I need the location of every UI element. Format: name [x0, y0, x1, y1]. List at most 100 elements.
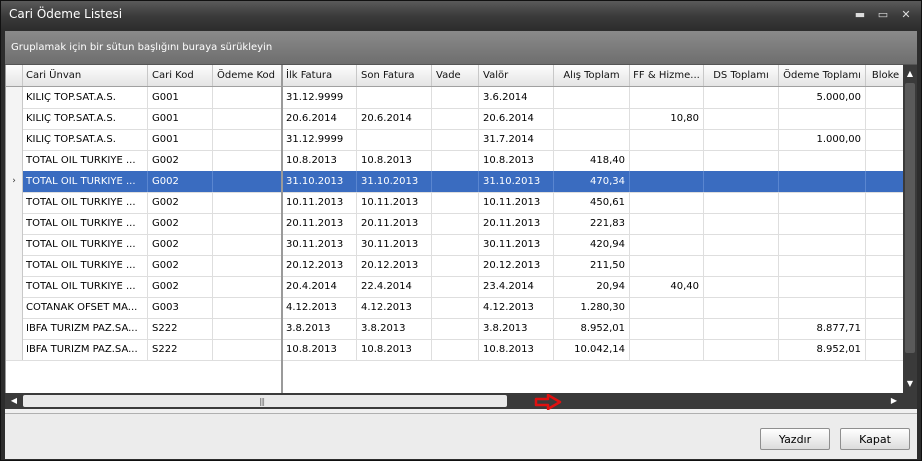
cell-ff-hizmet[interactable]: [630, 87, 704, 108]
cell-odeme-toplami[interactable]: [779, 276, 866, 297]
cell-alis-toplam[interactable]: 10.042,14: [554, 339, 630, 360]
cell-odeme-kod[interactable]: [213, 276, 282, 297]
cell-valor[interactable]: 10.8.2013: [479, 339, 554, 360]
cell-bloke[interactable]: [866, 129, 904, 150]
cell-ff-hizmet[interactable]: [630, 318, 704, 339]
cell-ff-hizmet[interactable]: [630, 150, 704, 171]
cell-odeme-kod[interactable]: [213, 297, 282, 318]
cell-odeme-kod[interactable]: [213, 255, 282, 276]
cell-odeme-toplami[interactable]: 8.952,01: [779, 339, 866, 360]
cell-ilk-fatura[interactable]: 31.12.9999: [282, 129, 357, 150]
table-row[interactable]: TOTAL OIL TURKIYE ... G002 30.11.2013 30.11…: [6, 234, 904, 256]
vertical-scroll-thumb[interactable]: [905, 83, 915, 353]
column-header-vade[interactable]: Vade: [432, 65, 479, 86]
row-indicator[interactable]: [6, 213, 23, 234]
cell-vade[interactable]: [432, 129, 479, 150]
table-row[interactable]: TOTAL OIL TURKIYE ... G002 20.12.2013 20.12…: [6, 255, 904, 277]
cell-odeme-kod[interactable]: [213, 339, 282, 360]
cell-ds-toplami[interactable]: [704, 234, 779, 255]
cell-ds-toplami[interactable]: [704, 129, 779, 150]
cell-cari-kod[interactable]: G002: [148, 255, 213, 276]
cell-vade[interactable]: [432, 297, 479, 318]
payment-grid[interactable]: Cari Ünvan Cari Kod Ödeme Kod İlk Fatura Son…: [5, 65, 904, 393]
cell-vade[interactable]: [432, 318, 479, 339]
scroll-up-arrow-icon[interactable]: ▲: [903, 67, 917, 81]
cell-odeme-toplami[interactable]: [779, 255, 866, 276]
cell-odeme-toplami[interactable]: [779, 297, 866, 318]
table-row[interactable]: IBFA TURIZM PAZ.SA... S222 3.8.2013 3.8.201…: [6, 318, 904, 340]
row-indicator[interactable]: ›: [6, 171, 23, 192]
cell-son-fatura[interactable]: [357, 87, 432, 108]
cell-cari-unvan[interactable]: TOTAL OIL TURKIYE ...: [22, 255, 148, 276]
table-row[interactable]: KILIÇ TOP.SAT.A.S. G001 20.6.2014 20.6.2014…: [6, 108, 904, 130]
cell-cari-kod[interactable]: G002: [148, 276, 213, 297]
cell-alis-toplam[interactable]: 450,61: [554, 192, 630, 213]
close-window-button[interactable]: ✕: [897, 7, 915, 23]
cell-vade[interactable]: [432, 87, 479, 108]
column-header-ilk-fatura[interactable]: İlk Fatura: [282, 65, 357, 86]
cell-odeme-kod[interactable]: [213, 108, 282, 129]
cell-odeme-toplami[interactable]: 1.000,00: [779, 129, 866, 150]
cell-ff-hizmet[interactable]: [630, 339, 704, 360]
cell-son-fatura[interactable]: 20.12.2013: [357, 255, 432, 276]
cell-valor[interactable]: 31.10.2013: [479, 171, 554, 192]
cell-ds-toplami[interactable]: [704, 192, 779, 213]
cell-ds-toplami[interactable]: [704, 171, 779, 192]
table-row[interactable]: COTANAK OFSET MA... G003 4.12.2013 4.12.201…: [6, 297, 904, 319]
cell-alis-toplam[interactable]: 470,34: [554, 171, 630, 192]
cell-ilk-fatura[interactable]: 20.12.2013: [282, 255, 357, 276]
row-indicator[interactable]: [6, 339, 23, 360]
cell-bloke[interactable]: [866, 213, 904, 234]
cell-cari-unvan[interactable]: IBFA TURIZM PAZ.SA...: [22, 318, 148, 339]
cell-son-fatura[interactable]: [357, 129, 432, 150]
cell-cari-unvan[interactable]: TOTAL OIL TURKIYE ...: [22, 234, 148, 255]
row-indicator[interactable]: [6, 234, 23, 255]
cell-ds-toplami[interactable]: [704, 255, 779, 276]
row-indicator[interactable]: [6, 297, 23, 318]
cell-cari-kod[interactable]: G001: [148, 108, 213, 129]
cell-odeme-toplami[interactable]: [779, 234, 866, 255]
cell-valor[interactable]: 23.4.2014: [479, 276, 554, 297]
cell-valor[interactable]: 31.7.2014: [479, 129, 554, 150]
cell-ff-hizmet[interactable]: [630, 255, 704, 276]
cell-bloke[interactable]: [866, 255, 904, 276]
cell-alis-toplam[interactable]: 221,83: [554, 213, 630, 234]
cell-son-fatura[interactable]: 20.6.2014: [357, 108, 432, 129]
cell-son-fatura[interactable]: 3.8.2013: [357, 318, 432, 339]
cell-cari-unvan[interactable]: KILIÇ TOP.SAT.A.S.: [22, 129, 148, 150]
table-row[interactable]: KILIÇ TOP.SAT.A.S. G001 31.12.9999 31.7.201…: [6, 129, 904, 151]
cell-ff-hizmet[interactable]: [630, 129, 704, 150]
cell-bloke[interactable]: [866, 318, 904, 339]
cell-vade[interactable]: [432, 150, 479, 171]
cell-odeme-toplami[interactable]: [779, 171, 866, 192]
table-row[interactable]: IBFA TURIZM PAZ.SA... S222 10.8.2013 10.8.2…: [6, 339, 904, 361]
cell-cari-unvan[interactable]: COTANAK OFSET MA...: [22, 297, 148, 318]
cell-bloke[interactable]: [866, 276, 904, 297]
cell-valor[interactable]: 20.11.2013: [479, 213, 554, 234]
print-button[interactable]: Yazdır: [760, 428, 830, 450]
cell-valor[interactable]: 10.8.2013: [479, 150, 554, 171]
title-bar[interactable]: Cari Ödeme Listesi ▬ ▭ ✕: [1, 1, 921, 29]
row-indicator[interactable]: [6, 129, 23, 150]
cell-cari-unvan[interactable]: KILIÇ TOP.SAT.A.S.: [22, 108, 148, 129]
row-indicator[interactable]: [6, 318, 23, 339]
cell-ff-hizmet[interactable]: [630, 192, 704, 213]
column-header-ds-toplami[interactable]: DS Toplamı: [704, 65, 779, 86]
maximize-button[interactable]: ▭: [874, 7, 892, 23]
cell-cari-kod[interactable]: G001: [148, 87, 213, 108]
cell-son-fatura[interactable]: 31.10.2013: [357, 171, 432, 192]
table-row[interactable]: TOTAL OIL TURKIYE ... G002 20.4.2014 22.4.2…: [6, 276, 904, 298]
cell-ds-toplami[interactable]: [704, 339, 779, 360]
column-header-bloke[interactable]: Bloke: [866, 65, 904, 86]
horizontal-scroll-thumb[interactable]: |||: [23, 395, 507, 407]
horizontal-scrollbar[interactable]: ◀ ||| ▶: [5, 393, 903, 409]
table-row[interactable]: TOTAL OIL TURKIYE ... G002 20.11.2013 20.11…: [6, 213, 904, 235]
cell-son-fatura[interactable]: 10.8.2013: [357, 150, 432, 171]
cell-son-fatura[interactable]: 20.11.2013: [357, 213, 432, 234]
vertical-scrollbar[interactable]: ▲ ▼: [903, 65, 917, 393]
column-header-ff-hizmet[interactable]: FF & Hizme...: [630, 65, 704, 86]
cell-ilk-fatura[interactable]: 10.8.2013: [282, 150, 357, 171]
table-row[interactable]: KILIÇ TOP.SAT.A.S. G001 31.12.9999 3.6.2014…: [6, 87, 904, 109]
column-header-odeme-kod[interactable]: Ödeme Kod: [213, 65, 282, 86]
cell-alis-toplam[interactable]: 8.952,01: [554, 318, 630, 339]
